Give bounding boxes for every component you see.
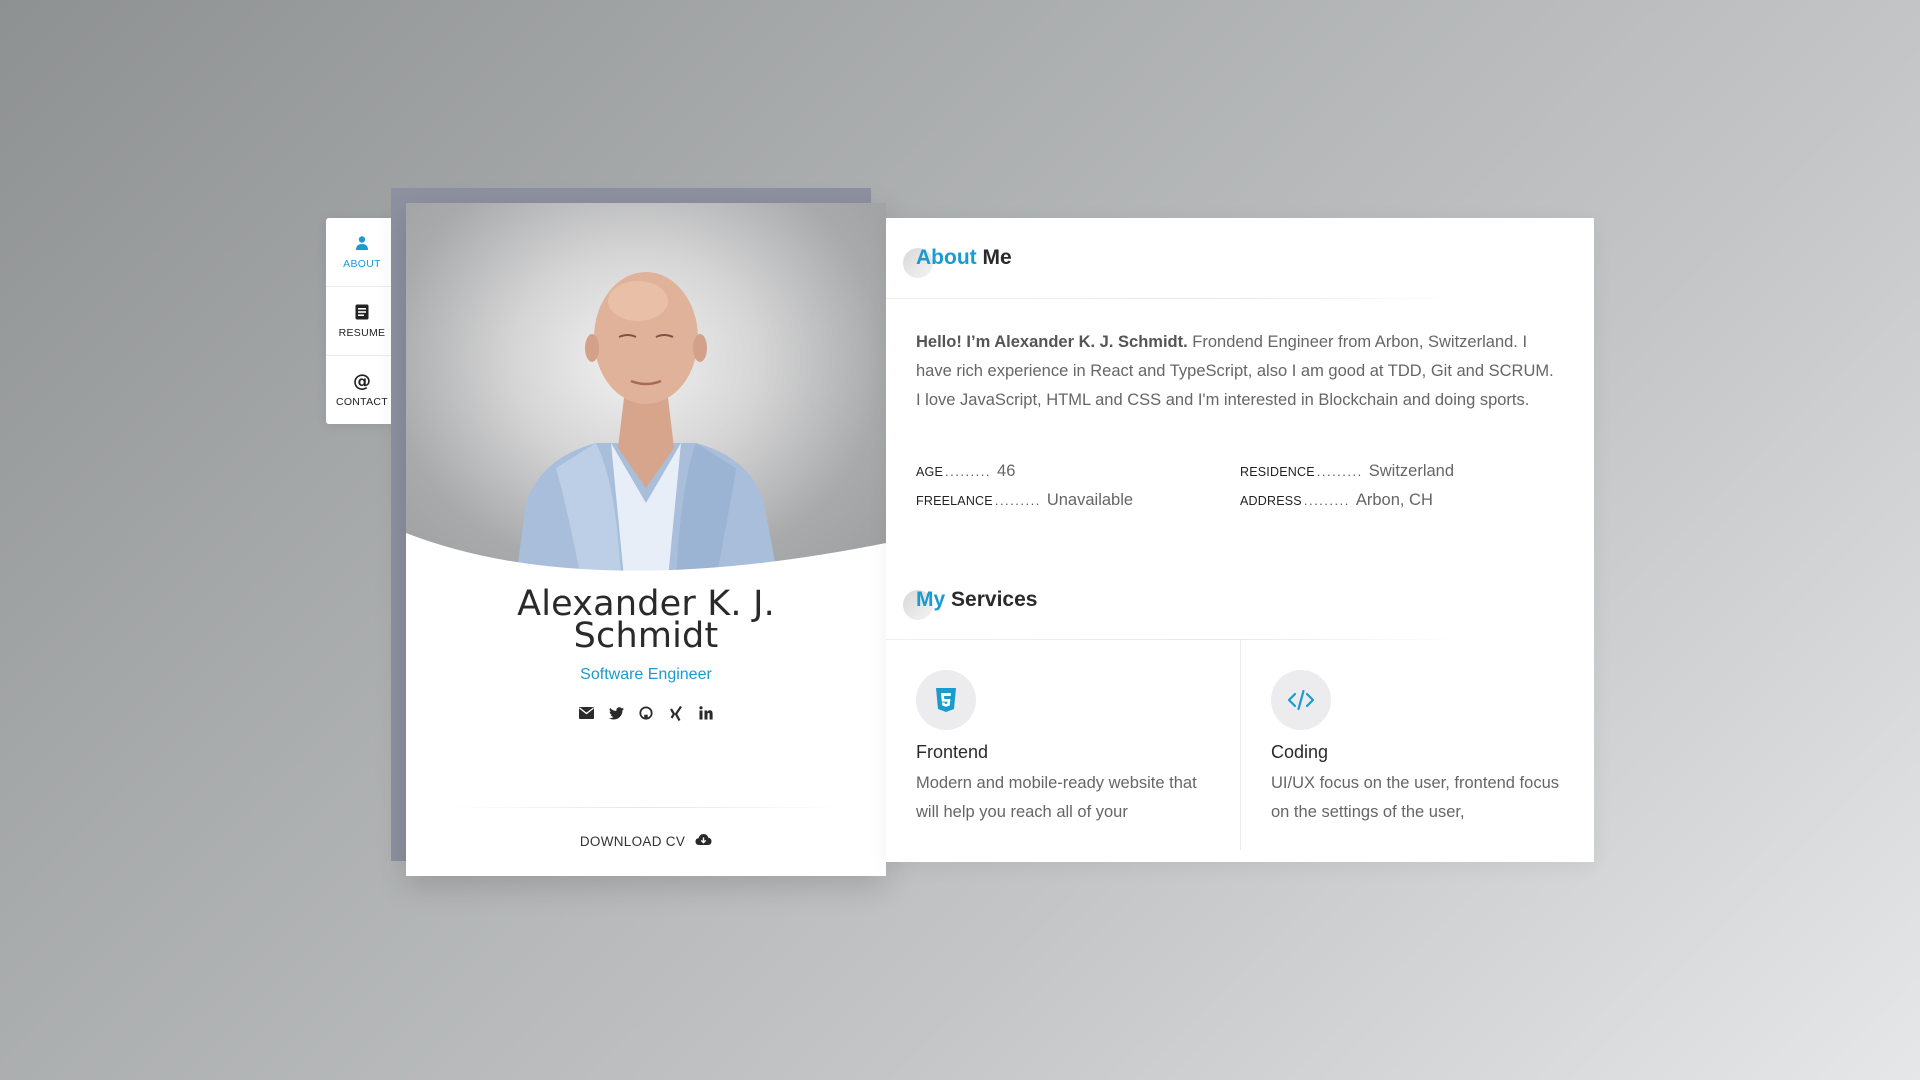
nav-label-resume: RESUME xyxy=(338,327,386,339)
about-title-rest: Me xyxy=(982,246,1012,269)
service-frontend: Frontend Modern and mobile-ready website… xyxy=(886,640,1240,850)
profile-name: Alexander K. J. Schmidt xyxy=(406,587,886,656)
side-nav: ABOUT RESUME @ CONTACT xyxy=(326,218,398,424)
info-dots: ......... xyxy=(994,493,1041,508)
info-freelance: FREELANCE ......... Unavailable xyxy=(916,491,1240,510)
services-title: My Services xyxy=(916,588,1037,612)
user-icon xyxy=(353,234,371,252)
photo-curve xyxy=(406,533,886,578)
card-divider xyxy=(446,807,846,808)
services-title-accent: My xyxy=(916,588,946,611)
document-icon xyxy=(353,303,371,321)
info-value: Arbon, CH xyxy=(1355,491,1433,509)
about-title-divider xyxy=(886,298,1466,299)
info-label: AGE xyxy=(916,465,943,479)
info-label: FREELANCE xyxy=(916,494,993,508)
about-title-accent: About xyxy=(916,246,977,269)
info-dots: ......... xyxy=(945,464,992,479)
service-desc: UI/UX focus on the user, frontend focus … xyxy=(1271,774,1559,821)
email-icon[interactable] xyxy=(578,705,594,721)
code-icon xyxy=(1271,670,1331,730)
html5-icon xyxy=(916,670,976,730)
linkedin-icon[interactable] xyxy=(698,705,714,721)
service-coding: Coding UI/UX focus on the user, frontend… xyxy=(1240,640,1594,850)
info-age: AGE ......... 46 xyxy=(916,462,1240,481)
xing-icon[interactable] xyxy=(668,705,684,721)
info-dots: ......... xyxy=(1303,493,1350,508)
info-dots: ......... xyxy=(1316,464,1363,479)
services-title-rest: Services xyxy=(951,588,1038,611)
about-text: Hello! I’m Alexander K. J. Schmidt. Fron… xyxy=(916,328,1556,415)
content-panel: About Me Hello! I’m Alexander K. J. Schm… xyxy=(886,218,1594,862)
profile-role: Software Engineer xyxy=(580,666,712,683)
nav-label-about: ABOUT xyxy=(343,258,381,270)
service-desc: Modern and mobile-ready website that wil… xyxy=(916,774,1197,821)
about-title: About Me xyxy=(916,246,1012,270)
profile-card: Alexander K. J. Schmidt Software Enginee… xyxy=(406,203,886,876)
info-label: RESIDENCE xyxy=(1240,465,1315,479)
nav-item-resume[interactable]: RESUME xyxy=(326,287,398,356)
info-residence: RESIDENCE ......... Switzerland xyxy=(1240,462,1564,481)
info-grid: AGE ......... 46 RESIDENCE ......... Swi… xyxy=(916,462,1576,510)
profile-photo xyxy=(406,203,886,578)
download-cv-label: DOWNLOAD CV xyxy=(579,833,686,849)
info-value: Switzerland xyxy=(1368,462,1455,480)
github-icon[interactable] xyxy=(638,705,654,721)
at-icon: @ xyxy=(353,370,371,392)
twitter-icon[interactable] xyxy=(608,705,624,721)
nav-item-about[interactable]: ABOUT xyxy=(326,218,398,287)
info-value: Unavailable xyxy=(1046,491,1134,509)
nav-item-contact[interactable]: @ CONTACT xyxy=(326,356,398,424)
download-cv-button[interactable]: DOWNLOAD CV xyxy=(406,833,886,849)
services-grid: Frontend Modern and mobile-ready website… xyxy=(886,640,1594,850)
info-value: 46 xyxy=(997,462,1016,480)
service-title: Coding xyxy=(1271,742,1329,762)
cloud-download-icon xyxy=(695,833,712,849)
service-title: Frontend xyxy=(916,742,989,762)
social-links xyxy=(406,705,886,721)
profile-name-line2: Schmidt xyxy=(573,616,719,656)
info-label: ADDRESS xyxy=(1240,494,1302,508)
nav-label-contact: CONTACT xyxy=(335,396,389,408)
about-intro-bold: Hello! I’m Alexander K. J. Schmidt. xyxy=(916,333,1188,351)
info-address: ADDRESS ......... Arbon, CH xyxy=(1240,491,1564,510)
